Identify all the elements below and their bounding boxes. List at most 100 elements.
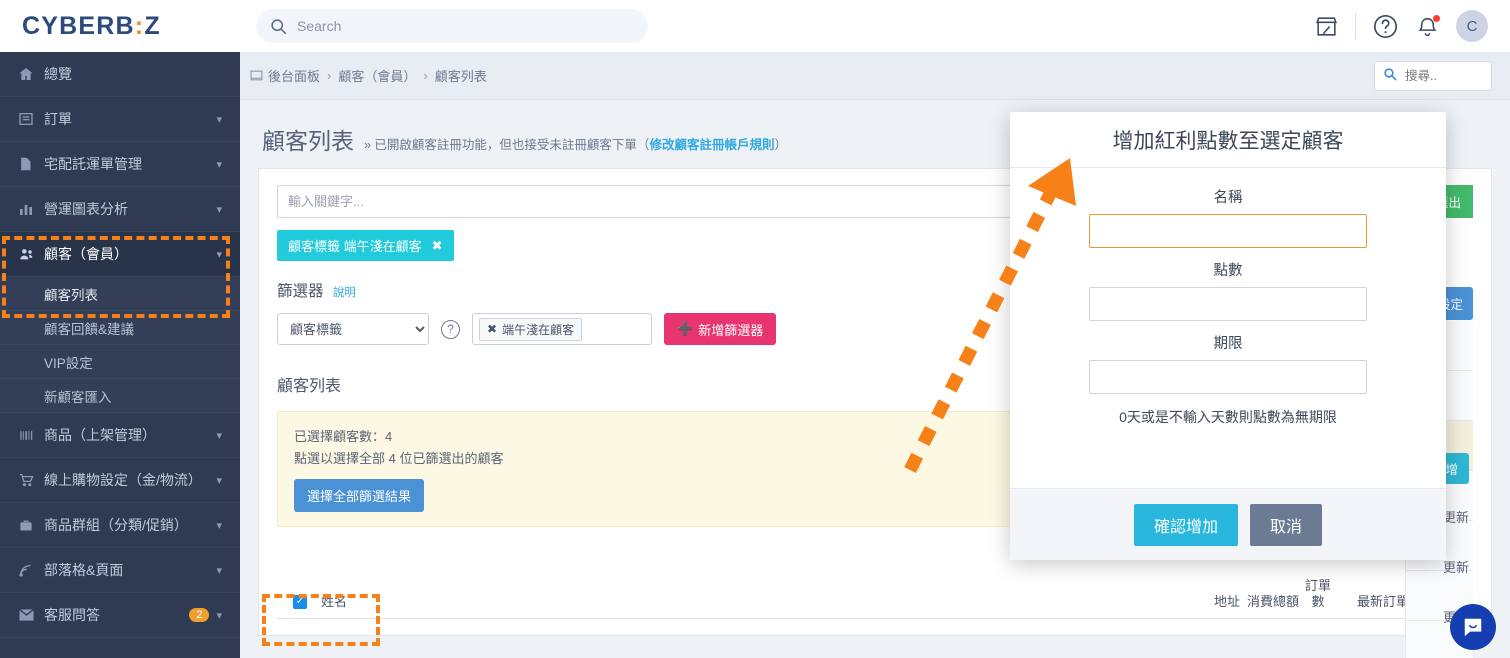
- sidebar-item-analytics[interactable]: 營運圖表分析 ▾: [0, 187, 240, 232]
- filter-type-select[interactable]: 顧客標籤: [277, 313, 429, 345]
- chart-icon: [18, 201, 44, 217]
- sidebar-label-customer-import: 新顧客匯入: [44, 389, 112, 405]
- field-name: 名稱: [1046, 186, 1410, 248]
- breadcrumb-sep: ›: [327, 68, 332, 83]
- column-address-label: 地址: [1213, 593, 1240, 609]
- update-button-2[interactable]: 更新: [1443, 557, 1469, 576]
- help-circle-icon[interactable]: [1372, 13, 1399, 40]
- close-icon[interactable]: ✖: [487, 322, 497, 336]
- sidebar-item-overview[interactable]: 總覽: [0, 52, 240, 97]
- plus-icon: ➕: [677, 321, 694, 336]
- add-points-modal: 增加紅利點數至選定顧客 名稱 點數 期限 0天或是不輸入天數則點數為無期限 確認…: [1010, 112, 1446, 560]
- field-expiry: 期限: [1046, 332, 1410, 394]
- breadcrumb-item-0[interactable]: 後台面板: [268, 66, 320, 85]
- update-button-1[interactable]: 更新: [1443, 507, 1469, 526]
- breadcrumb-sep: ›: [423, 68, 428, 83]
- list-title: 顧客列表: [277, 378, 342, 395]
- sidebar-label-customers: 顧客（會員）: [44, 246, 128, 262]
- field-expiry-label: 期限: [1213, 336, 1243, 352]
- brand-logo[interactable]: CYBERB:Z: [0, 0, 240, 52]
- breadcrumb-icon: [250, 70, 263, 81]
- avatar[interactable]: C: [1456, 10, 1488, 42]
- sidebar-item-vip-setting[interactable]: VIP設定: [0, 345, 240, 379]
- add-filter-button[interactable]: ➕ 新增篩選器: [664, 313, 777, 345]
- search-icon: [270, 18, 287, 35]
- cancel-button[interactable]: 取消: [1250, 503, 1323, 546]
- filter-help-link[interactable]: 說明: [333, 287, 356, 299]
- filter-tag-chip[interactable]: ✖ 端午淺在顧客: [479, 317, 583, 341]
- page-subtitle-post: ）: [774, 138, 787, 152]
- chevron-down-icon: ▾: [216, 609, 222, 622]
- column-name: ✓ 姓名: [281, 594, 1207, 610]
- sidebar-label-customer-feedback: 顧客回饋&建議: [44, 321, 135, 337]
- page-subtitle: » 已開啟顧客註冊功能，但也接受未註冊顧客下單（修改顧客註冊帳戶規則）: [364, 134, 787, 153]
- breadcrumb-search[interactable]: [1374, 60, 1492, 91]
- filter-tag-chip-label: 端午淺在顧客: [502, 322, 575, 337]
- edit-registration-rules-link[interactable]: 修改顧客註冊帳戶規則: [649, 138, 774, 152]
- chevron-down-icon: ▾: [216, 519, 222, 532]
- sidebar-label-orders: 訂單: [44, 111, 72, 127]
- column-latest-order-label: 最新訂單: [1356, 593, 1409, 609]
- home-icon: [18, 66, 44, 82]
- page-title: 顧客列表: [262, 128, 354, 154]
- sidebar-item-customers[interactable]: 顧客（會員） ▾: [0, 232, 240, 277]
- list-icon: [18, 111, 44, 127]
- sidebar-item-orders[interactable]: 訂單 ▾: [0, 97, 240, 142]
- sidebar-item-customer-list[interactable]: 顧客列表: [0, 277, 240, 311]
- sidebar-item-blog-pages[interactable]: 部落格&頁面 ▾: [0, 548, 240, 593]
- field-points: 點數: [1046, 259, 1410, 321]
- cart-icon: [18, 472, 44, 488]
- points-input[interactable]: [1089, 287, 1367, 321]
- sidebar-item-products[interactable]: 商品（上架管理） ▾: [0, 413, 240, 458]
- name-input[interactable]: [1089, 214, 1367, 248]
- close-icon[interactable]: ✖: [432, 238, 443, 254]
- sidebar-item-partial[interactable]: [0, 638, 240, 658]
- expiry-input[interactable]: [1089, 360, 1367, 394]
- sidebar-item-support[interactable]: 客服問答 2 ▾: [0, 593, 240, 638]
- sidebar-label-support: 客服問答: [44, 607, 100, 623]
- chat-bubble-icon[interactable]: [1450, 604, 1496, 650]
- sidebar-item-product-groups[interactable]: 商品群組（分類/促銷） ▾: [0, 503, 240, 548]
- select-all-checkbox[interactable]: ✓: [293, 595, 307, 610]
- sidebar-item-shipping[interactable]: 宅配託運單管理 ▾: [0, 142, 240, 187]
- chevron-down-icon: ▾: [216, 158, 222, 171]
- logo-text-suffix: Z: [144, 11, 161, 40]
- toolbar-divider: [1355, 13, 1356, 39]
- chevron-down-icon: ▾: [216, 474, 222, 487]
- sidebar-item-customer-import[interactable]: 新顧客匯入: [0, 379, 240, 413]
- chevron-down-icon: ▾: [216, 113, 222, 126]
- breadcrumb: 後台面板 › 顧客（會員） › 顧客列表: [240, 52, 1510, 100]
- sidebar-item-customer-feedback[interactable]: 顧客回饋&建議: [0, 311, 240, 345]
- sidebar-item-shop-settings[interactable]: 線上購物設定（金/物流） ▾: [0, 458, 240, 503]
- barcode-icon: [18, 428, 44, 443]
- column-order-count-label: 訂單數: [1304, 577, 1331, 609]
- rss-icon: [18, 563, 44, 578]
- breadcrumb-item-2[interactable]: 顧客列表: [435, 66, 487, 85]
- store-icon[interactable]: [1314, 14, 1339, 39]
- column-total-spend-label: 消費總額: [1247, 593, 1300, 609]
- sidebar-label-shipping: 宅配託運單管理: [44, 156, 142, 172]
- column-address: 地址: [1207, 594, 1247, 610]
- search-input[interactable]: [297, 18, 634, 34]
- sidebar-label-product-groups: 商品群組（分類/促銷）: [44, 517, 188, 533]
- users-icon: [18, 246, 44, 262]
- sidebar-label-blog-pages: 部落格&頁面: [44, 562, 124, 578]
- bell-icon[interactable]: [1415, 14, 1440, 39]
- active-tag-filter-pill[interactable]: 顧客標籤 端午淺在顧客 ✖: [277, 230, 454, 261]
- breadcrumb-item-1[interactable]: 顧客（會員）: [338, 66, 416, 85]
- sidebar: 總覽 訂單 ▾ 宅配託運單管理 ▾ 營運圖表分析 ▾ 顧客（會員） ▾ 顧客列表…: [0, 52, 240, 658]
- filter-tag-box[interactable]: ✖ 端午淺在顧客: [472, 313, 652, 345]
- help-circle-icon[interactable]: ?: [441, 319, 460, 339]
- column-order-count: 訂單數: [1299, 578, 1337, 611]
- modal-body: 名稱 點數 期限 0天或是不輸入天數則點數為無期限: [1010, 168, 1446, 488]
- field-name-label: 名稱: [1213, 190, 1243, 206]
- select-all-results-button[interactable]: 選擇全部篩選結果: [294, 479, 425, 513]
- filter-heading-label: 篩選器: [277, 283, 324, 300]
- column-total-spend: 消費總額: [1247, 594, 1299, 610]
- breadcrumb-search-input[interactable]: [1405, 68, 1483, 83]
- confirm-add-button[interactable]: 確認增加: [1133, 503, 1238, 546]
- chevron-down-icon: ▾: [216, 203, 222, 216]
- global-search[interactable]: [256, 9, 648, 43]
- chevron-down-icon: ▾: [216, 248, 222, 261]
- page-subtitle-pre: » 已開啟顧客註冊功能，但也接受未註冊顧客下單（: [364, 138, 650, 152]
